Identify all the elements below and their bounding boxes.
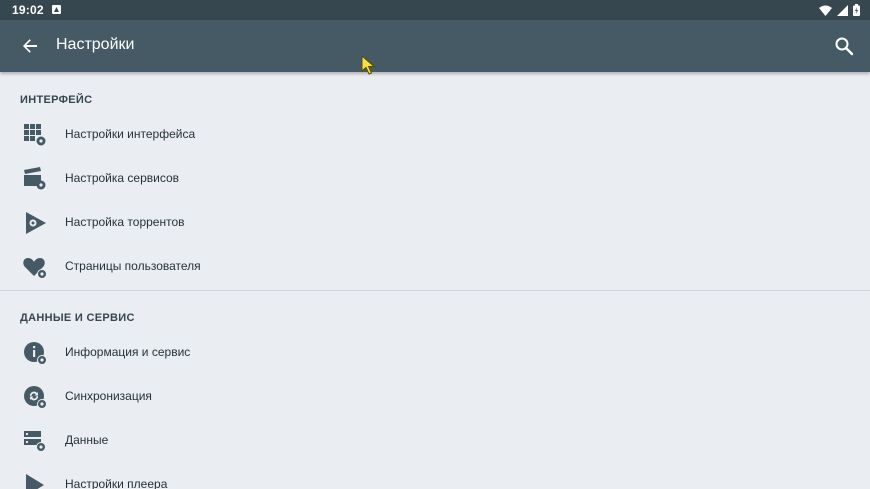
settings-item-label: Страницы пользователя [65, 259, 201, 273]
mouse-cursor-icon [361, 55, 376, 75]
heart-settings-icon [23, 258, 47, 279]
status-time: 19:02 [12, 3, 44, 17]
play-icon [26, 474, 44, 489]
wifi-icon [819, 5, 832, 16]
settings-item-user-pages[interactable]: Страницы пользователя [0, 246, 870, 290]
storage-settings-icon [24, 431, 46, 452]
settings-item-player[interactable]: Настройки плеера [0, 464, 870, 489]
system-icons [819, 4, 860, 16]
settings-item-interface[interactable]: Настройки интерфейса [0, 114, 870, 158]
section-header-interface: ИНТЕРФЕЙС [20, 94, 93, 106]
settings-item-label: Данные [65, 433, 109, 447]
settings-item-torrents[interactable]: Настройка торрентов [0, 202, 870, 246]
settings-item-info[interactable]: Информация и сервис [0, 332, 870, 376]
settings-item-services[interactable]: Настройка сервисов [0, 158, 870, 202]
grid-settings-icon [24, 124, 46, 146]
settings-item-label: Настройки интерфейса [65, 127, 196, 141]
app-bar: Настройки [0, 20, 870, 72]
settings-item-label: Настройки плеера [65, 477, 168, 489]
notification-icon [52, 5, 61, 14]
signal-icon [837, 4, 848, 16]
settings-item-label: Информация и сервис [65, 345, 191, 359]
section-divider [0, 290, 870, 291]
settings-item-sync[interactable]: Синхронизация [0, 376, 870, 420]
clapper-settings-icon [24, 167, 46, 190]
settings-item-label: Настройка сервисов [65, 171, 180, 185]
settings-item-label: Синхронизация [65, 389, 152, 403]
battery-icon [853, 4, 860, 16]
sync-settings-icon [24, 386, 47, 409]
torrent-icon [26, 212, 46, 234]
arrow-back-icon[interactable] [20, 36, 40, 56]
settings-item-data[interactable]: Данные [0, 420, 870, 464]
status-bar: 19:02 [0, 0, 870, 20]
page-title: Настройки [56, 36, 135, 53]
search-icon[interactable] [834, 36, 854, 56]
info-settings-icon [24, 342, 47, 365]
settings-item-label: Настройка торрентов [65, 215, 185, 229]
section-header-data-service: ДАННЫЕ И СЕРВИС [20, 312, 135, 324]
